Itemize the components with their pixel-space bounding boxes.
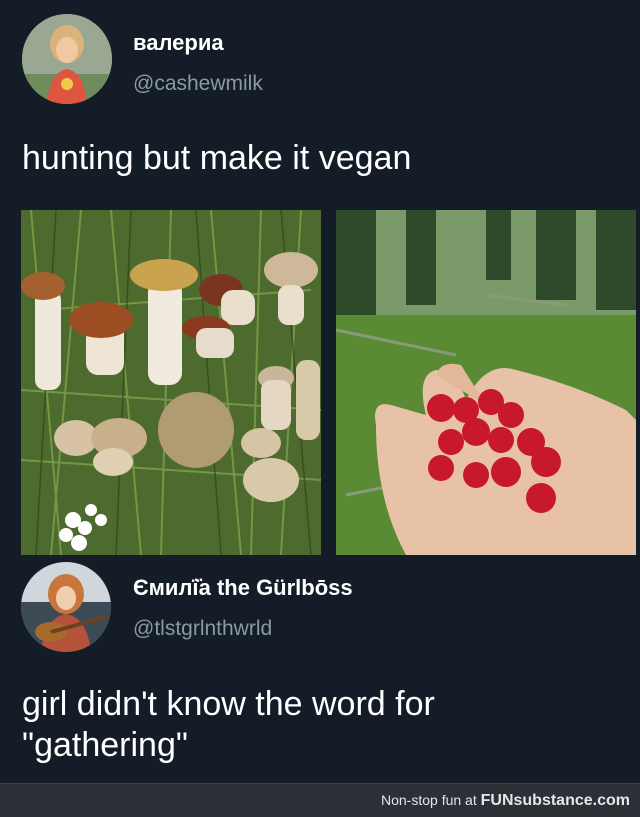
watermark-brand: FUNsubstance.com xyxy=(480,792,630,809)
display-name[interactable]: валериа xyxy=(133,30,224,56)
user-handle[interactable]: @cashewmilk xyxy=(133,72,263,96)
avatar[interactable] xyxy=(22,14,112,104)
display-name[interactable]: Ємилї̈а the Gürlbōss xyxy=(133,575,353,601)
mushrooms-photo[interactable] xyxy=(21,210,321,555)
tweet-text: hunting but make it vegan xyxy=(22,139,412,177)
tweet-text-line-2: "gathering" xyxy=(22,726,188,764)
tweet-text: girl didn't know the word for "gathering… xyxy=(22,684,435,766)
raspberries-photo[interactable] xyxy=(336,210,636,555)
tweet-2: Ємилї̈а the Gürlbōss @tlstgrlnthwrld gir… xyxy=(0,560,640,785)
tweet-text-line-1: girl didn't know the word for xyxy=(22,685,435,723)
avatar-image xyxy=(21,562,111,652)
user-handle[interactable]: @tlstgrlnthwrld xyxy=(133,617,272,641)
watermark-text[interactable]: Non-stop fun at FUNsubstance.com xyxy=(381,792,630,810)
avatar-image xyxy=(22,14,112,104)
watermark-footer: Non-stop fun at FUNsubstance.com xyxy=(0,783,640,817)
avatar[interactable] xyxy=(21,562,111,652)
tweet-1: валериа @cashewmilk hunting but make it … xyxy=(0,0,640,560)
watermark-prefix: Non-stop fun at xyxy=(381,792,481,808)
